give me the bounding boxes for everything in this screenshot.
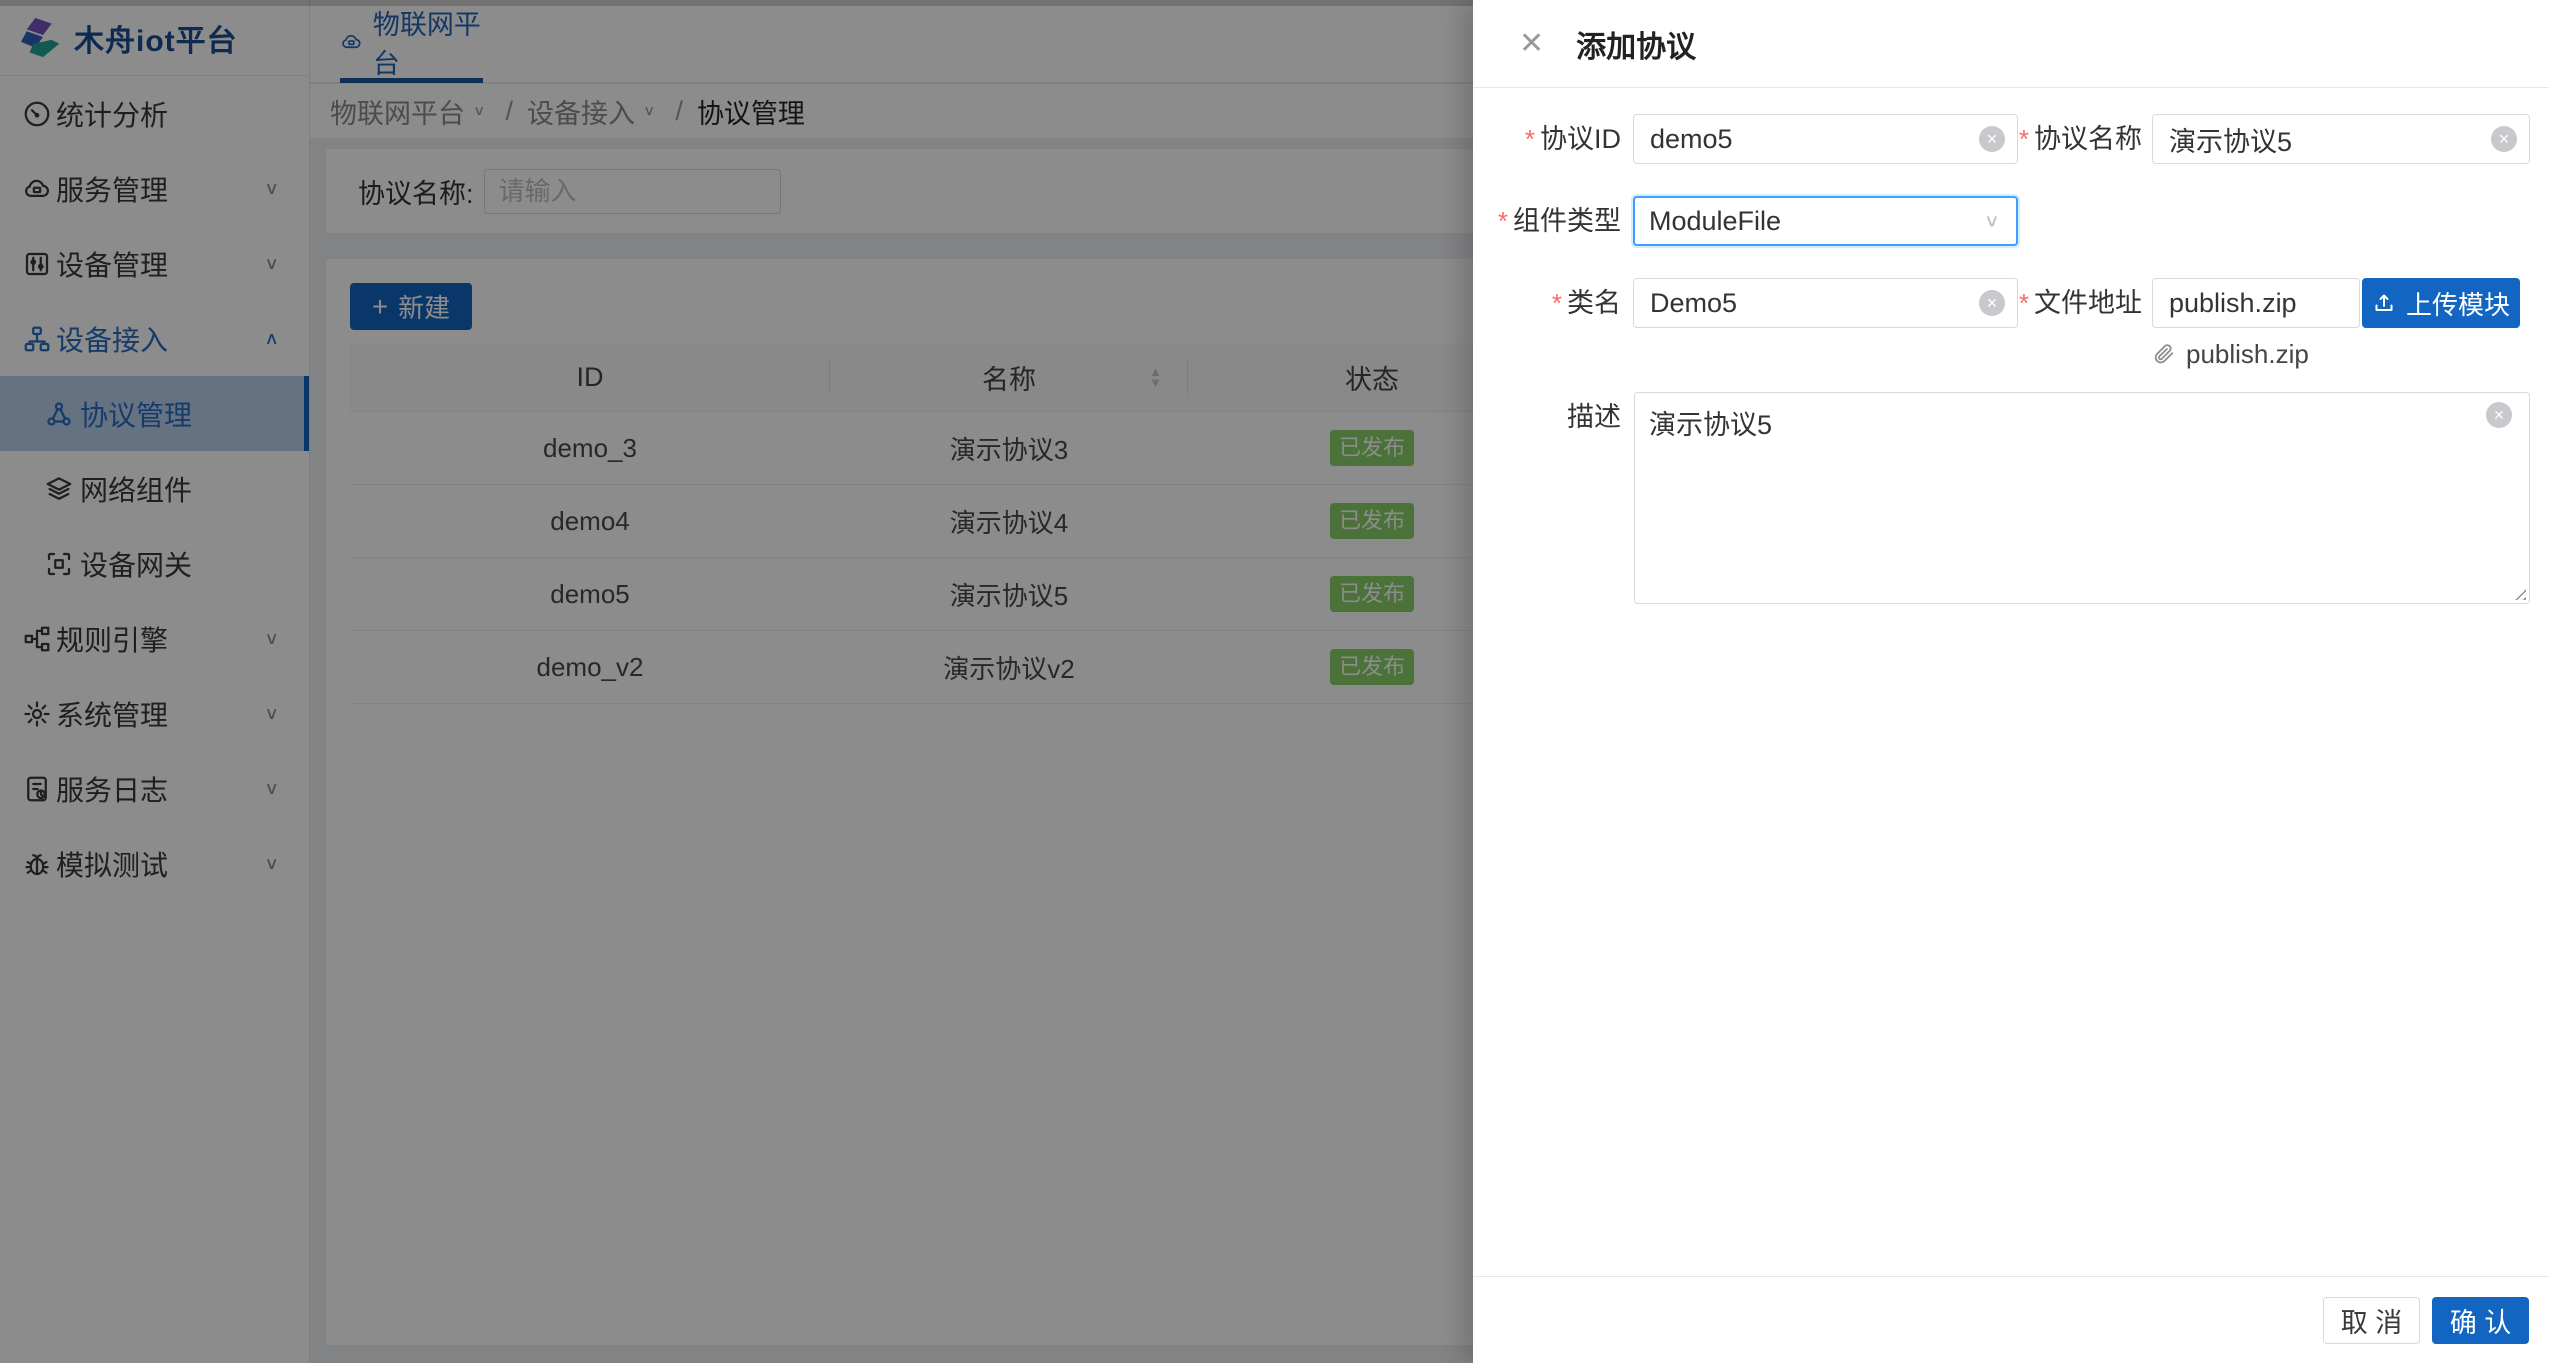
required-mark: *: [1498, 206, 1508, 236]
description-textarea[interactable]: 演示协议5: [1634, 392, 2530, 604]
confirm-button[interactable]: 确 认: [2432, 1297, 2529, 1344]
class-name-label: *类名: [1552, 278, 1621, 328]
drawer-footer: 取 消 确 认: [1473, 1276, 2549, 1363]
uploaded-file[interactable]: publish.zip: [2152, 338, 2309, 370]
clear-icon[interactable]: ×: [1979, 126, 2005, 152]
paperclip-icon: [2152, 342, 2176, 366]
protocol-id-label: *协议ID: [1525, 114, 1621, 164]
uploaded-file-name: publish.zip: [2186, 339, 2309, 370]
file-address-field: [2152, 278, 2360, 328]
class-name-input[interactable]: [1634, 279, 2017, 327]
required-mark: *: [2019, 124, 2029, 154]
drawer-mask[interactable]: [0, 0, 1473, 1363]
file-address-input[interactable]: [2153, 279, 2359, 327]
clear-icon[interactable]: ×: [1979, 290, 2005, 316]
protocol-name-field: ×: [2152, 114, 2530, 164]
protocol-name-input[interactable]: [2153, 115, 2529, 163]
description-label: 描述: [1567, 392, 1621, 442]
protocol-id-field: ×: [1633, 114, 2018, 164]
required-mark: *: [1525, 124, 1535, 154]
component-type-label: *组件类型: [1498, 196, 1621, 246]
component-type-value: ModuleFile: [1649, 206, 1781, 237]
upload-button-label: 上传模块: [2406, 285, 2510, 322]
required-mark: *: [1552, 288, 1562, 318]
required-mark: *: [2019, 288, 2029, 318]
class-name-field: ×: [1633, 278, 2018, 328]
protocol-name-label: *协议名称: [2019, 114, 2142, 164]
add-protocol-drawer: ✕ 添加协议 *协议ID × *协议名称 × *组件类型 ModuleFile …: [1473, 0, 2549, 1363]
upload-module-button[interactable]: 上传模块: [2362, 278, 2520, 328]
clear-icon[interactable]: ×: [2491, 126, 2517, 152]
app-root: 木舟iot平台 统计分析 服务管理 ∨ 设备管理 ∨: [0, 0, 2549, 1363]
chevron-down-icon: ∨: [1984, 211, 2000, 232]
cancel-button[interactable]: 取 消: [2323, 1297, 2420, 1344]
close-icon[interactable]: ✕: [1519, 29, 1544, 59]
protocol-id-input[interactable]: [1634, 115, 2017, 163]
drawer-header: ✕ 添加协议: [1473, 0, 2549, 88]
component-type-select[interactable]: ModuleFile ∨: [1633, 196, 2018, 246]
upload-icon: [2372, 291, 2396, 315]
top-shade: [0, 0, 1473, 6]
drawer-title: 添加协议: [1576, 22, 1696, 66]
file-address-label: *文件地址: [2019, 278, 2142, 328]
clear-icon[interactable]: ×: [2486, 402, 2512, 428]
